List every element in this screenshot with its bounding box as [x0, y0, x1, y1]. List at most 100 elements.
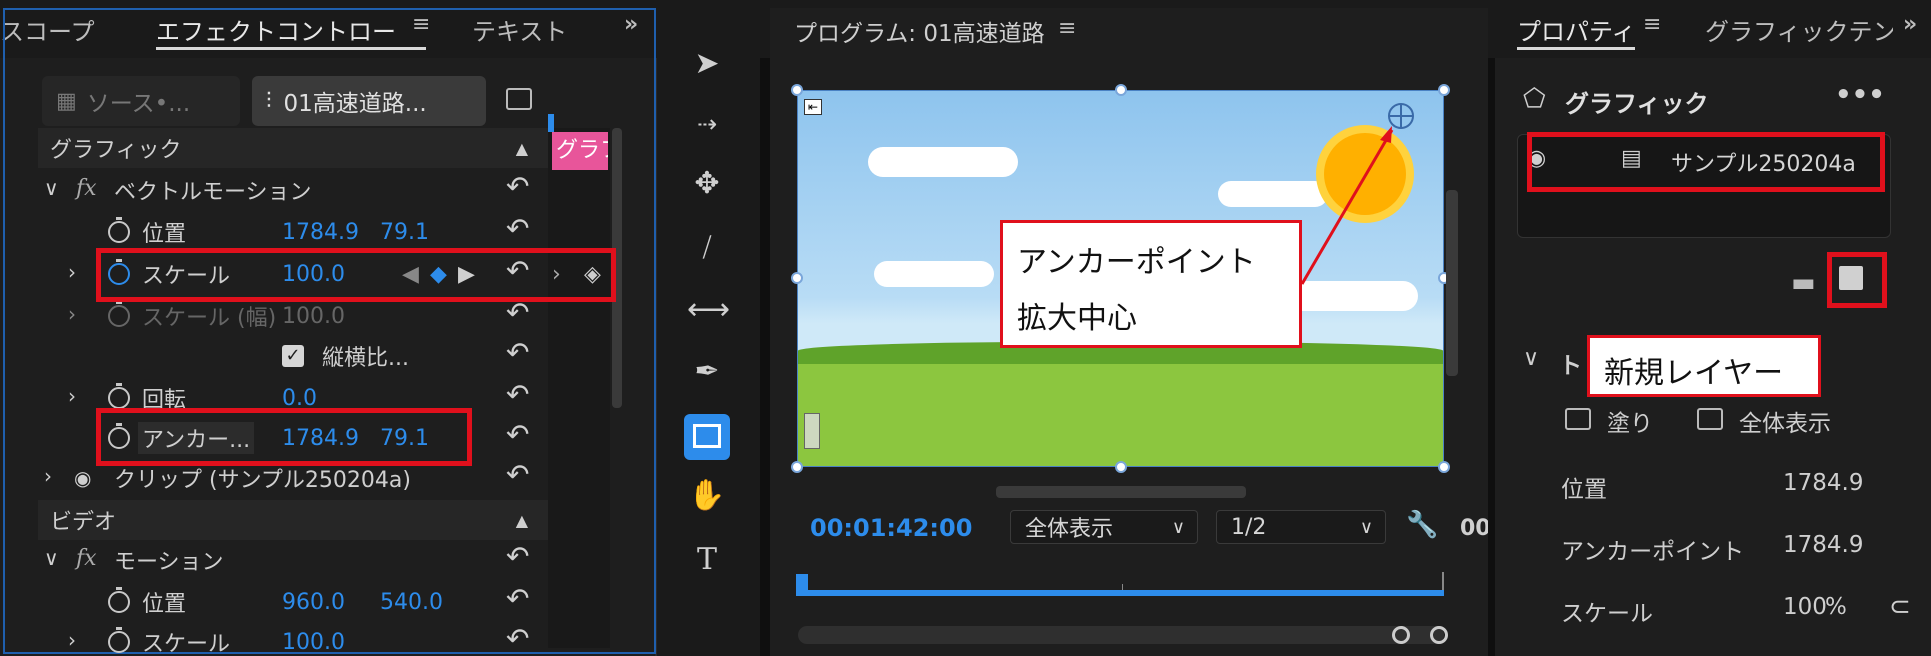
- tab-text[interactable]: テキスト: [472, 12, 567, 47]
- track-select-tool-icon[interactable]: ⇢: [687, 104, 727, 144]
- eye-icon[interactable]: ◉: [1527, 146, 1546, 171]
- chevron-right-icon[interactable]: ›: [44, 464, 52, 488]
- type-tool-icon[interactable]: T: [687, 540, 727, 580]
- transform-handle[interactable]: [1115, 84, 1127, 96]
- prop-position-value[interactable]: 1784.9: [1783, 470, 1875, 496]
- reset-icon[interactable]: ↶: [506, 170, 529, 203]
- eye-icon[interactable]: ◉: [74, 466, 91, 490]
- anchor-y[interactable]: 79.1: [380, 426, 429, 451]
- source-tab[interactable]: ▦ ソース•...: [42, 76, 240, 126]
- link-icon[interactable]: ⊂: [1889, 592, 1911, 622]
- ripple-edit-tool-icon[interactable]: ✥: [687, 164, 727, 204]
- timecode[interactable]: 00:01:42:00: [810, 514, 972, 542]
- reset-icon[interactable]: ↶: [506, 540, 529, 573]
- scrollbar[interactable]: [612, 128, 622, 408]
- collapse-icon[interactable]: ▲: [516, 139, 528, 158]
- new-layer-icon[interactable]: [1839, 266, 1863, 290]
- zoom-handle-left[interactable]: [1392, 626, 1410, 644]
- timeline-keyframe-icon[interactable]: ◈: [584, 262, 601, 287]
- fit-label[interactable]: 全体表示: [1739, 404, 1831, 438]
- tab-effect-controls[interactable]: エフェクトコントロー: [156, 12, 396, 47]
- stopwatch-icon[interactable]: [108, 423, 130, 449]
- next-keyframe-icon[interactable]: ▶: [458, 262, 475, 287]
- motion-position-x[interactable]: 960.0: [282, 590, 345, 615]
- fill-frame-icon[interactable]: [1565, 408, 1591, 430]
- clip-bar[interactable]: グラフ: [552, 132, 608, 170]
- overflow-icon[interactable]: »: [624, 12, 638, 37]
- scale-value[interactable]: 100.0: [282, 262, 345, 287]
- anchor-x[interactable]: 1784.9: [282, 426, 359, 451]
- reset-icon[interactable]: ↶: [506, 296, 529, 329]
- stopwatch-icon[interactable]: [108, 587, 130, 613]
- prev-keyframe-icon[interactable]: ◀: [402, 262, 419, 287]
- reset-icon[interactable]: ↶: [506, 336, 529, 369]
- transform-handle[interactable]: [791, 84, 803, 96]
- pen-tool-icon[interactable]: ✒: [687, 352, 727, 392]
- time-ruler[interactable]: [798, 590, 1444, 596]
- stopwatch-icon[interactable]: [108, 383, 130, 409]
- anchor-point-icon[interactable]: [1388, 103, 1414, 129]
- fit-frame-icon[interactable]: [1697, 408, 1723, 430]
- wrench-icon[interactable]: 🔧: [1406, 510, 1438, 540]
- rotation-value[interactable]: 0.0: [282, 386, 317, 411]
- panel-layout-icon[interactable]: [506, 88, 532, 110]
- keyframe-icon[interactable]: ◆: [430, 262, 447, 287]
- chevron-right-icon[interactable]: ›: [68, 302, 76, 326]
- tab-graphic-templates[interactable]: グラフィックテン: [1705, 12, 1893, 47]
- chevron-right-icon[interactable]: ›: [68, 384, 76, 408]
- more-options-icon[interactable]: •••: [1835, 80, 1885, 110]
- layer-name[interactable]: サンプル250204a: [1671, 146, 1856, 178]
- reset-icon[interactable]: ↶: [506, 582, 529, 615]
- overflow-icon[interactable]: »: [1903, 12, 1917, 37]
- sequence-tab[interactable]: ⫶ 01高速道路...: [252, 76, 486, 126]
- folder-icon[interactable]: ▬: [1791, 268, 1816, 298]
- playhead-marker[interactable]: [548, 114, 554, 132]
- stopwatch-icon[interactable]: [108, 259, 130, 285]
- slip-tool-icon[interactable]: ⟷: [687, 290, 730, 330]
- rectangle-tool-icon[interactable]: [684, 414, 730, 460]
- stopwatch-icon[interactable]: [108, 627, 130, 653]
- chevron-right-icon[interactable]: ›: [68, 628, 76, 652]
- prop-anchor-value[interactable]: 1784.9: [1783, 532, 1875, 558]
- collapse-icon[interactable]: ▲: [516, 511, 528, 530]
- tab-scope[interactable]: スコープ: [0, 12, 95, 47]
- chevron-down-icon[interactable]: ∨: [1523, 346, 1539, 371]
- transform-handle[interactable]: [1115, 461, 1127, 473]
- chevron-right-icon[interactable]: ›: [68, 260, 76, 284]
- clip-row[interactable]: › ◉ クリップ (サンプル250204a) ↶: [38, 458, 548, 498]
- razor-tool-icon[interactable]: ⧸: [687, 228, 727, 268]
- horizontal-scrollbar[interactable]: [996, 486, 1246, 498]
- zoom-handle-right[interactable]: [1430, 626, 1448, 644]
- vertical-scrollbar[interactable]: [1446, 190, 1458, 376]
- motion-scale-value[interactable]: 100.0: [282, 630, 345, 655]
- fill-label[interactable]: 塗り: [1607, 404, 1653, 438]
- zoom-scroll-bar[interactable]: [798, 626, 1444, 644]
- transform-handle[interactable]: [791, 461, 803, 473]
- position-y[interactable]: 79.1: [380, 220, 429, 245]
- menu-icon[interactable]: ≡: [1058, 16, 1076, 41]
- stopwatch-icon[interactable]: [108, 217, 130, 243]
- chevron-down-icon[interactable]: ∨: [44, 176, 59, 200]
- menu-icon[interactable]: ≡: [412, 12, 430, 37]
- tab-properties[interactable]: プロパティ: [1517, 12, 1636, 47]
- chevron-down-icon[interactable]: ∨: [44, 546, 59, 570]
- selection-tool-icon[interactable]: ➤: [687, 44, 727, 84]
- zoom-dropdown[interactable]: 全体表示 ∨: [1010, 510, 1198, 544]
- prop-scale-value[interactable]: 100: [1783, 594, 1827, 620]
- motion-row[interactable]: ∨ fx モーション ↶: [38, 540, 548, 580]
- reset-icon[interactable]: ↶: [506, 378, 529, 411]
- motion-position-y[interactable]: 540.0: [380, 590, 443, 615]
- transform-handle[interactable]: [1438, 461, 1450, 473]
- menu-icon[interactable]: ≡: [1643, 12, 1661, 37]
- reset-icon[interactable]: ↶: [506, 418, 529, 451]
- position-x[interactable]: 1784.9: [282, 220, 359, 245]
- reset-icon[interactable]: ↶: [506, 458, 529, 491]
- transform-handle[interactable]: [1438, 84, 1450, 96]
- resolution-dropdown[interactable]: 1/2 ∨: [1216, 510, 1386, 544]
- reset-icon[interactable]: ↶: [506, 212, 529, 245]
- vector-motion-row[interactable]: ∨ fx ベクトルモーション ↶: [38, 170, 548, 210]
- reset-icon[interactable]: ↶: [506, 622, 529, 655]
- reset-icon[interactable]: ↶: [506, 254, 529, 287]
- transform-handle[interactable]: [791, 272, 803, 284]
- uniform-scale-checkbox[interactable]: ✓: [282, 345, 304, 367]
